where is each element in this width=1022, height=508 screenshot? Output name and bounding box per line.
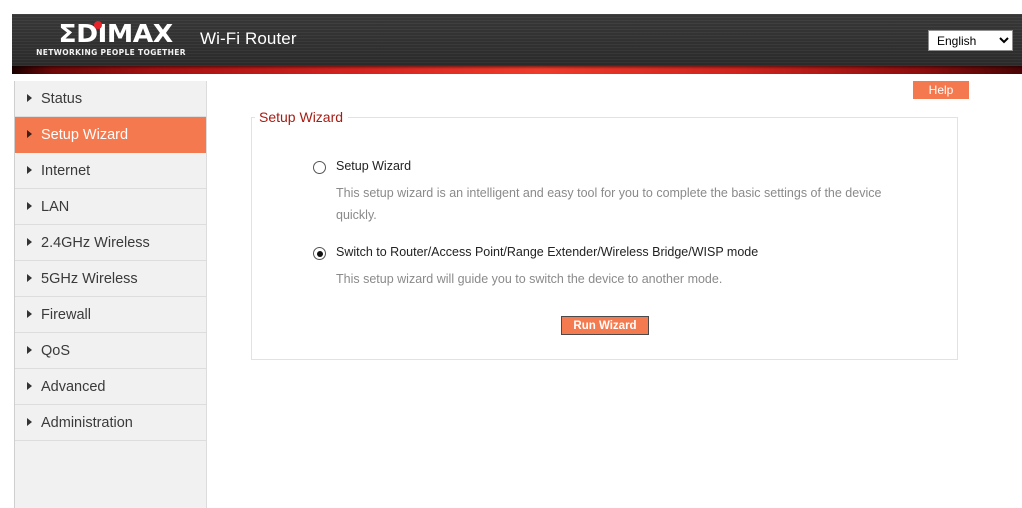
sidebar-item-administration[interactable]: Administration [15, 405, 206, 441]
option-title: Setup Wizard [336, 159, 412, 173]
page-title: Wi-Fi Router [200, 29, 297, 48]
sidebar-item-lan[interactable]: LAN [15, 189, 206, 225]
option-description: This setup wizard is an intelligent and … [336, 186, 882, 222]
sidebar-nav: Status Setup Wizard Internet LAN 2.4GHz … [14, 81, 207, 508]
run-wizard-button[interactable]: Run Wizard [561, 316, 649, 335]
sidebar-item-label: Firewall [41, 307, 91, 324]
sidebar-item-5ghz-wireless[interactable]: 5GHz Wireless [15, 261, 206, 297]
chevron-right-icon [27, 238, 32, 247]
option-description: This setup wizard will guide you to swit… [336, 272, 723, 286]
help-button[interactable]: Help [913, 81, 969, 99]
option-title: Switch to Router/Access Point/Range Exte… [336, 245, 759, 259]
chevron-right-icon [27, 274, 32, 283]
chevron-right-icon [27, 382, 32, 391]
sidebar-filler [15, 441, 206, 502]
logo-tagline: NETWORKING PEOPLE TOGETHER [36, 48, 186, 57]
chevron-right-icon [27, 94, 32, 103]
sidebar-item-label: Advanced [41, 379, 106, 396]
chevron-right-icon [27, 418, 32, 427]
sidebar-item-24ghz-wireless[interactable]: 2.4GHz Wireless [15, 225, 206, 261]
chevron-right-icon [27, 310, 32, 319]
sidebar-item-label: 2.4GHz Wireless [41, 235, 150, 252]
header-accent-stripe-shine [12, 66, 1022, 69]
chevron-right-icon [27, 202, 32, 211]
header-bar: ΣDIMAX NETWORKING PEOPLE TOGETHER Wi-Fi … [12, 14, 1022, 66]
radio-switch-mode[interactable] [313, 247, 326, 260]
sidebar-item-label: QoS [41, 343, 71, 360]
panel-legend: Setup Wizard [255, 109, 349, 125]
sidebar-item-label: Administration [41, 415, 133, 432]
sidebar-item-advanced[interactable]: Advanced [15, 369, 206, 405]
sidebar-item-internet[interactable]: Internet [15, 153, 206, 189]
chevron-right-icon [27, 346, 32, 355]
sidebar-item-setup-wizard[interactable]: Setup Wizard [15, 117, 206, 153]
sidebar-item-label: 5GHz Wireless [41, 271, 138, 288]
chevron-right-icon [27, 130, 32, 139]
sidebar-item-label: LAN [41, 199, 70, 216]
radio-setup-wizard[interactable] [313, 161, 326, 174]
sidebar-item-label: Status [41, 91, 83, 108]
router-admin-page: ΣDIMAX NETWORKING PEOPLE TOGETHER Wi-Fi … [0, 0, 1022, 508]
chevron-right-icon [27, 166, 32, 175]
sidebar-item-status[interactable]: Status [15, 81, 206, 117]
logo-dot-icon [94, 21, 102, 29]
language-select[interactable]: English [928, 30, 1013, 51]
sidebar-item-firewall[interactable]: Firewall [15, 297, 206, 333]
sidebar-item-qos[interactable]: QoS [15, 333, 206, 369]
logo-wordmark: ΣDIMAX [58, 19, 174, 48]
sidebar-item-label: Internet [41, 163, 91, 180]
edimax-logo: ΣDIMAX NETWORKING PEOPLE TOGETHER [35, 20, 187, 60]
sidebar-item-label: Setup Wizard [41, 127, 129, 144]
